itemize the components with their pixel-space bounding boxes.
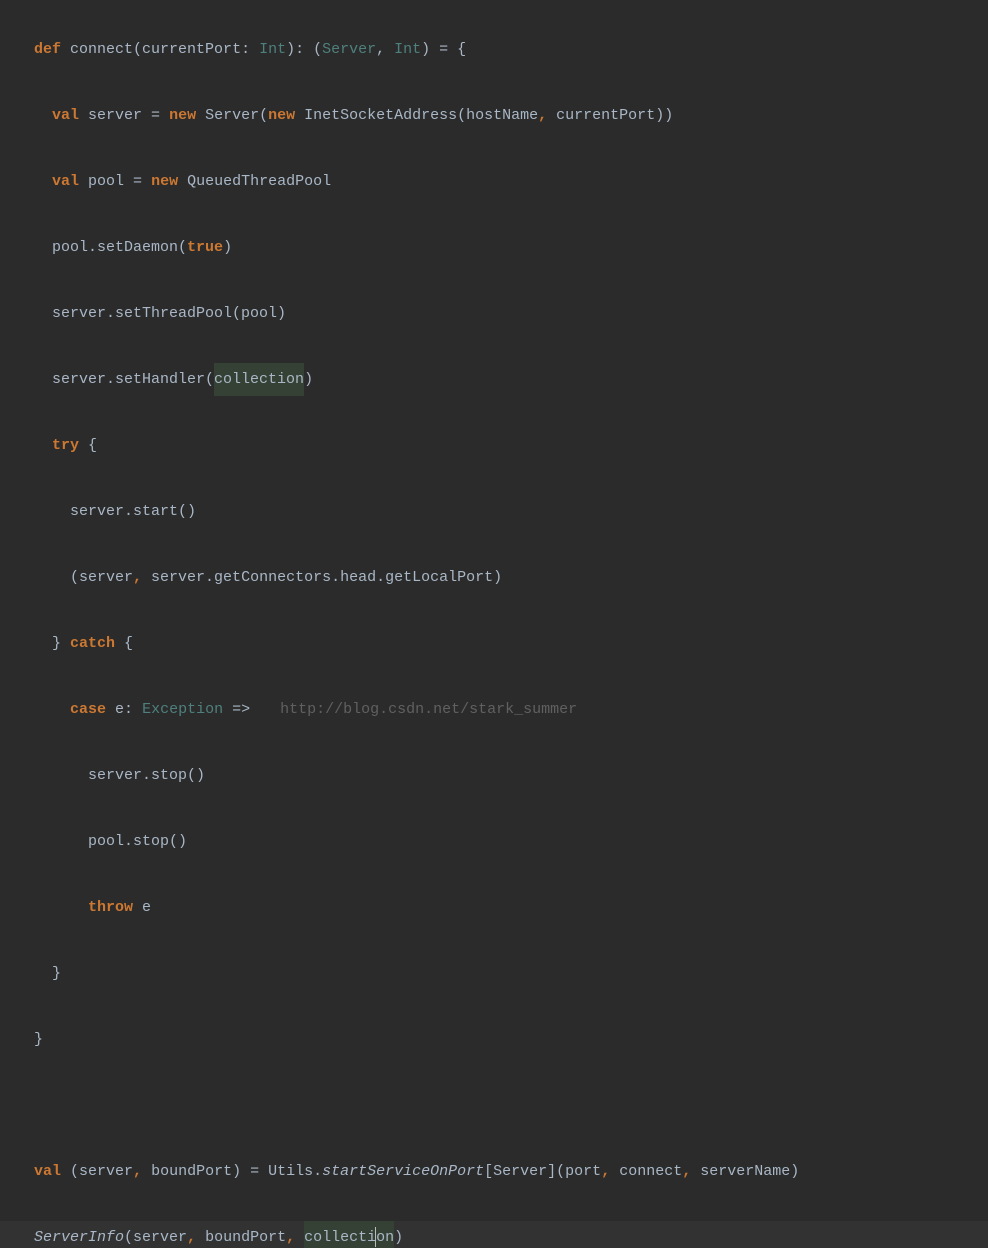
comma: ,: [133, 561, 142, 594]
code-line[interactable]: server.stop(): [16, 759, 988, 792]
code-text: (currentPort:: [133, 33, 259, 66]
code-text: boundPort): [142, 1155, 250, 1188]
code-text: QueuedThreadPool: [178, 165, 331, 198]
watermark-text: http://blog.csdn.net/stark_summer: [280, 693, 577, 726]
code-line[interactable]: val pool = new QueuedThreadPool: [16, 165, 988, 198]
variable-e: e: [106, 693, 124, 726]
code-text: ): (: [286, 33, 322, 66]
code-line[interactable]: (server, server.getConnectors.head.getLo…: [16, 561, 988, 594]
code-line[interactable]: val (server, boundPort) = Utils.startSer…: [16, 1155, 988, 1188]
code-text: server.stop(): [88, 759, 205, 792]
code-editor[interactable]: def connect(currentPort: Int): (Server, …: [16, 0, 988, 1248]
code-text: pool.setDaemon(: [52, 231, 187, 264]
code-line[interactable]: server.start(): [16, 495, 988, 528]
keyword-new: new: [268, 99, 295, 132]
code-text: ](port: [547, 1155, 601, 1188]
code-text: }: [52, 627, 61, 660]
code-text: ): [223, 231, 232, 264]
comma: ,: [286, 1221, 295, 1248]
code-text: boundPort: [196, 1221, 286, 1248]
code-text: ): [304, 363, 313, 396]
code-line[interactable]: } catch {: [16, 627, 988, 660]
code-line[interactable]: case e: Exception => http://blog.csdn.net…: [16, 693, 988, 726]
code-text: (server: [124, 1221, 187, 1248]
keyword-new: new: [151, 165, 178, 198]
highlighted-word: collection: [304, 1221, 394, 1248]
code-text: Server(: [196, 99, 268, 132]
code-text: =: [151, 99, 169, 132]
comma: ,: [538, 99, 547, 132]
code-text: pool.stop(): [88, 825, 187, 858]
code-text: :: [124, 693, 142, 726]
code-text: InetSocketAddress(hostName: [295, 99, 538, 132]
code-text: ): [394, 1221, 403, 1248]
code-text: serverName): [691, 1155, 799, 1188]
code-line[interactable]: def connect(currentPort: Int): (Server, …: [16, 33, 988, 66]
keyword-catch: catch: [61, 627, 115, 660]
code-text: [295, 1221, 304, 1248]
code-line[interactable]: val server = new Server(new InetSocketAd…: [16, 99, 988, 132]
type-exception: Exception: [142, 693, 223, 726]
code-text: ) = {: [421, 33, 466, 66]
code-line[interactable]: }: [16, 957, 988, 990]
keyword-case: case: [70, 693, 106, 726]
code-text: = Utils.: [250, 1155, 322, 1188]
code-text: server.setThreadPool(pool): [52, 297, 286, 330]
variable-e: e: [133, 891, 151, 924]
code-line[interactable]: }: [16, 1023, 988, 1056]
comma: ,: [187, 1221, 196, 1248]
keyword-true: true: [187, 231, 223, 264]
highlighted-word: collection: [214, 363, 304, 396]
type-int: Int: [259, 33, 286, 66]
code-line[interactable]: throw e: [16, 891, 988, 924]
code-text: }: [52, 957, 61, 990]
code-text: =: [133, 165, 151, 198]
variable-server: server: [79, 99, 151, 132]
keyword-def: def: [34, 33, 61, 66]
code-text: currentPort)): [547, 99, 673, 132]
code-text: server.setHandler(: [52, 363, 214, 396]
keyword-new: new: [169, 99, 196, 132]
code-line[interactable]: try {: [16, 429, 988, 462]
keyword-val: val: [52, 99, 79, 132]
code-text: server.getConnectors.head.getLocalPort): [142, 561, 502, 594]
code-text: }: [34, 1023, 43, 1056]
code-text: {: [115, 627, 133, 660]
code-text: =>: [223, 693, 250, 726]
type-server: Server: [493, 1155, 547, 1188]
type-int: Int: [394, 33, 421, 66]
code-line[interactable]: server.setThreadPool(pool): [16, 297, 988, 330]
code-line[interactable]: pool.stop(): [16, 825, 988, 858]
method-startServiceOnPort: startServiceOnPort: [322, 1155, 484, 1188]
code-text: connect: [610, 1155, 682, 1188]
code-text: [: [484, 1155, 493, 1188]
code-line[interactable]: server.setHandler(collection): [16, 363, 988, 396]
type-server: Server: [322, 33, 376, 66]
code-text: {: [79, 429, 97, 462]
code-text: (server: [61, 1155, 133, 1188]
variable-pool: pool: [79, 165, 133, 198]
comma: ,: [682, 1155, 691, 1188]
code-line-active[interactable]: ServerInfo(server, boundPort, collection…: [16, 1221, 988, 1248]
keyword-val: val: [52, 165, 79, 198]
code-text: server.start(): [70, 495, 196, 528]
keyword-throw: throw: [88, 891, 133, 924]
type-serverinfo: ServerInfo: [34, 1221, 124, 1248]
comma: ,: [133, 1155, 142, 1188]
keyword-val: val: [34, 1155, 61, 1188]
code-line[interactable]: pool.setDaemon(true): [16, 231, 988, 264]
code-text: ,: [376, 33, 394, 66]
code-line[interactable]: [16, 1089, 988, 1122]
code-text: (server: [70, 561, 133, 594]
keyword-try: try: [52, 429, 79, 462]
method-name: connect: [61, 33, 133, 66]
comma: ,: [601, 1155, 610, 1188]
